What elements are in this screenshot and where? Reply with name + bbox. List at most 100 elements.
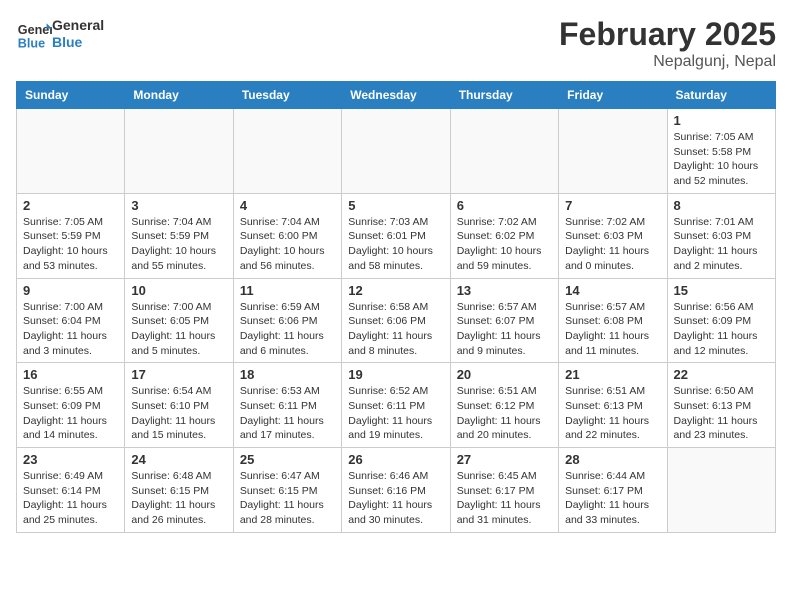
day-info: Sunrise: 6:50 AM Sunset: 6:13 PM Dayligh…: [674, 384, 769, 443]
day-info: Sunrise: 6:58 AM Sunset: 6:06 PM Dayligh…: [348, 300, 443, 359]
day-number: 28: [565, 452, 660, 467]
calendar-cell: [450, 109, 558, 194]
day-info: Sunrise: 7:05 AM Sunset: 5:58 PM Dayligh…: [674, 130, 769, 189]
calendar-week-row: 1 Sunrise: 7:05 AM Sunset: 5:58 PM Daylig…: [17, 109, 776, 194]
day-number: 27: [457, 452, 552, 467]
day-info: Sunrise: 7:00 AM Sunset: 6:04 PM Dayligh…: [23, 300, 118, 359]
day-number: 21: [565, 367, 660, 382]
logo: General Blue General Blue: [16, 16, 104, 52]
day-number: 13: [457, 283, 552, 298]
weekday-header-friday: Friday: [559, 82, 667, 109]
calendar-cell: 2 Sunrise: 7:05 AM Sunset: 5:59 PM Daylig…: [17, 193, 125, 278]
day-number: 7: [565, 198, 660, 213]
day-number: 6: [457, 198, 552, 213]
calendar-cell: [125, 109, 233, 194]
day-info: Sunrise: 6:57 AM Sunset: 6:08 PM Dayligh…: [565, 300, 660, 359]
calendar-cell: 19Sunrise: 6:52 AM Sunset: 6:11 PM Dayli…: [342, 363, 450, 448]
day-number: 22: [674, 367, 769, 382]
calendar-cell: 4 Sunrise: 7:04 AM Sunset: 6:00 PM Daylig…: [233, 193, 341, 278]
day-number: 1: [674, 113, 769, 128]
day-info: Sunrise: 7:03 AM Sunset: 6:01 PM Dayligh…: [348, 215, 443, 274]
day-number: 2: [23, 198, 118, 213]
weekday-header-monday: Monday: [125, 82, 233, 109]
day-number: 10: [131, 283, 226, 298]
calendar-cell: 5 Sunrise: 7:03 AM Sunset: 6:01 PM Daylig…: [342, 193, 450, 278]
day-info: Sunrise: 6:57 AM Sunset: 6:07 PM Dayligh…: [457, 300, 552, 359]
weekday-header-row: SundayMondayTuesdayWednesdayThursdayFrid…: [17, 82, 776, 109]
day-info: Sunrise: 7:02 AM Sunset: 6:03 PM Dayligh…: [565, 215, 660, 274]
day-info: Sunrise: 6:56 AM Sunset: 6:09 PM Dayligh…: [674, 300, 769, 359]
day-info: Sunrise: 6:46 AM Sunset: 6:16 PM Dayligh…: [348, 469, 443, 528]
day-info: Sunrise: 7:04 AM Sunset: 5:59 PM Dayligh…: [131, 215, 226, 274]
calendar-cell: [667, 448, 775, 533]
weekday-header-wednesday: Wednesday: [342, 82, 450, 109]
day-info: Sunrise: 7:05 AM Sunset: 5:59 PM Dayligh…: [23, 215, 118, 274]
day-number: 4: [240, 198, 335, 213]
month-title: February 2025: [559, 16, 776, 53]
day-number: 17: [131, 367, 226, 382]
calendar-week-row: 2 Sunrise: 7:05 AM Sunset: 5:59 PM Daylig…: [17, 193, 776, 278]
calendar-cell: 26 Sunrise: 6:46 AM Sunset: 6:16 PM Dayli…: [342, 448, 450, 533]
calendar-table: SundayMondayTuesdayWednesdayThursdayFrid…: [16, 81, 776, 533]
day-info: Sunrise: 6:55 AM Sunset: 6:09 PM Dayligh…: [23, 384, 118, 443]
day-info: Sunrise: 6:59 AM Sunset: 6:06 PM Dayligh…: [240, 300, 335, 359]
logo-icon: General Blue: [16, 16, 52, 52]
weekday-header-tuesday: Tuesday: [233, 82, 341, 109]
calendar-cell: [17, 109, 125, 194]
calendar-cell: [559, 109, 667, 194]
calendar-cell: 25 Sunrise: 6:47 AM Sunset: 6:15 PM Dayli…: [233, 448, 341, 533]
location-subtitle: Nepalgunj, Nepal: [559, 53, 776, 71]
day-number: 12: [348, 283, 443, 298]
calendar-week-row: 16 Sunrise: 6:55 AM Sunset: 6:09 PM Dayli…: [17, 363, 776, 448]
calendar-cell: 21Sunrise: 6:51 AM Sunset: 6:13 PM Dayli…: [559, 363, 667, 448]
calendar-cell: 22 Sunrise: 6:50 AM Sunset: 6:13 PM Dayli…: [667, 363, 775, 448]
day-info: Sunrise: 7:04 AM Sunset: 6:00 PM Dayligh…: [240, 215, 335, 274]
day-info: Sunrise: 7:01 AM Sunset: 6:03 PM Dayligh…: [674, 215, 769, 274]
calendar-cell: 28Sunrise: 6:44 AM Sunset: 6:17 PM Dayli…: [559, 448, 667, 533]
calendar-cell: 6Sunrise: 7:02 AM Sunset: 6:02 PM Daylig…: [450, 193, 558, 278]
calendar-cell: 8 Sunrise: 7:01 AM Sunset: 6:03 PM Daylig…: [667, 193, 775, 278]
calendar-cell: 3 Sunrise: 7:04 AM Sunset: 5:59 PM Daylig…: [125, 193, 233, 278]
weekday-header-thursday: Thursday: [450, 82, 558, 109]
day-number: 5: [348, 198, 443, 213]
calendar-cell: 18 Sunrise: 6:53 AM Sunset: 6:11 PM Dayli…: [233, 363, 341, 448]
day-number: 11: [240, 283, 335, 298]
calendar-cell: 10 Sunrise: 7:00 AM Sunset: 6:05 PM Dayli…: [125, 278, 233, 363]
day-number: 26: [348, 452, 443, 467]
calendar-cell: 7 Sunrise: 7:02 AM Sunset: 6:03 PM Daylig…: [559, 193, 667, 278]
calendar-cell: 15Sunrise: 6:56 AM Sunset: 6:09 PM Dayli…: [667, 278, 775, 363]
day-info: Sunrise: 6:47 AM Sunset: 6:15 PM Dayligh…: [240, 469, 335, 528]
day-info: Sunrise: 6:52 AM Sunset: 6:11 PM Dayligh…: [348, 384, 443, 443]
day-number: 9: [23, 283, 118, 298]
day-info: Sunrise: 7:00 AM Sunset: 6:05 PM Dayligh…: [131, 300, 226, 359]
calendar-cell: [233, 109, 341, 194]
calendar-cell: 24 Sunrise: 6:48 AM Sunset: 6:15 PM Dayli…: [125, 448, 233, 533]
calendar-cell: 23 Sunrise: 6:49 AM Sunset: 6:14 PM Dayli…: [17, 448, 125, 533]
calendar-week-row: 23 Sunrise: 6:49 AM Sunset: 6:14 PM Dayli…: [17, 448, 776, 533]
day-number: 23: [23, 452, 118, 467]
day-number: 16: [23, 367, 118, 382]
day-info: Sunrise: 6:48 AM Sunset: 6:15 PM Dayligh…: [131, 469, 226, 528]
day-info: Sunrise: 6:51 AM Sunset: 6:12 PM Dayligh…: [457, 384, 552, 443]
day-number: 18: [240, 367, 335, 382]
day-number: 14: [565, 283, 660, 298]
day-number: 8: [674, 198, 769, 213]
day-number: 25: [240, 452, 335, 467]
svg-text:Blue: Blue: [18, 37, 45, 51]
day-number: 24: [131, 452, 226, 467]
day-number: 20: [457, 367, 552, 382]
calendar-cell: 17Sunrise: 6:54 AM Sunset: 6:10 PM Dayli…: [125, 363, 233, 448]
calendar-cell: 9 Sunrise: 7:00 AM Sunset: 6:04 PM Daylig…: [17, 278, 125, 363]
day-info: Sunrise: 6:45 AM Sunset: 6:17 PM Dayligh…: [457, 469, 552, 528]
calendar-cell: 11 Sunrise: 6:59 AM Sunset: 6:06 PM Dayli…: [233, 278, 341, 363]
day-number: 3: [131, 198, 226, 213]
day-info: Sunrise: 6:53 AM Sunset: 6:11 PM Dayligh…: [240, 384, 335, 443]
calendar-week-row: 9 Sunrise: 7:00 AM Sunset: 6:04 PM Daylig…: [17, 278, 776, 363]
calendar-cell: 27 Sunrise: 6:45 AM Sunset: 6:17 PM Dayli…: [450, 448, 558, 533]
calendar-cell: 1 Sunrise: 7:05 AM Sunset: 5:58 PM Daylig…: [667, 109, 775, 194]
title-block: February 2025 Nepalgunj, Nepal: [559, 16, 776, 71]
weekday-header-saturday: Saturday: [667, 82, 775, 109]
calendar-cell: 13 Sunrise: 6:57 AM Sunset: 6:07 PM Dayli…: [450, 278, 558, 363]
calendar-cell: 12 Sunrise: 6:58 AM Sunset: 6:06 PM Dayli…: [342, 278, 450, 363]
day-info: Sunrise: 6:49 AM Sunset: 6:14 PM Dayligh…: [23, 469, 118, 528]
